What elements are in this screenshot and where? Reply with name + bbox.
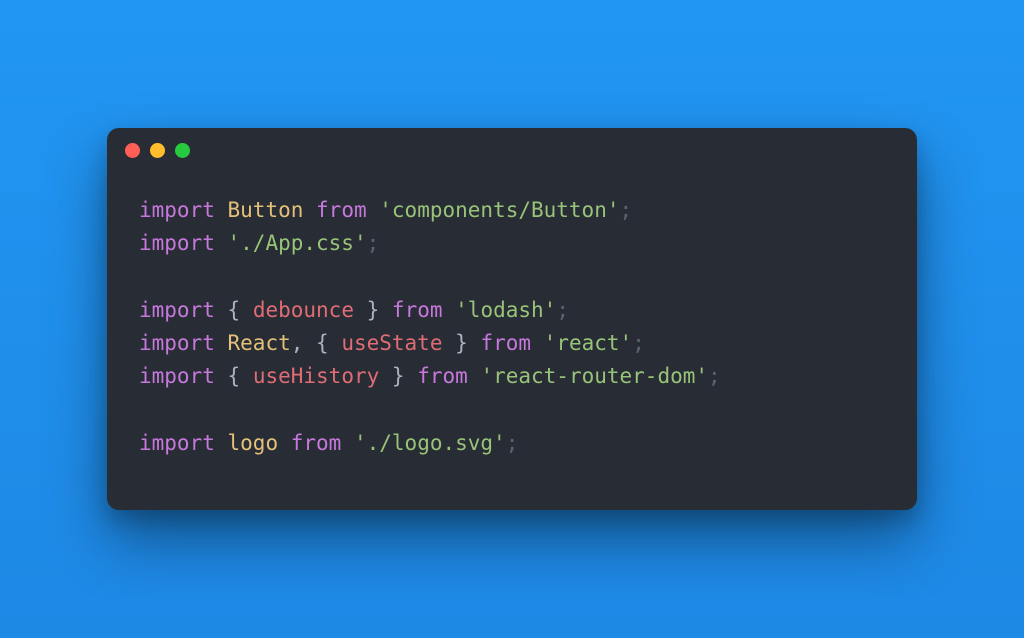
named-import: debounce	[253, 298, 354, 322]
code-line-6: import { useHistory } from 'react-router…	[139, 364, 721, 388]
string-literal: 'react'	[544, 331, 633, 355]
string-literal: 'components/Button'	[379, 198, 619, 222]
brace-close: }	[379, 364, 404, 388]
brace-close: }	[354, 298, 379, 322]
default-import-name: logo	[228, 431, 279, 455]
code-line-4: import { debounce } from 'lodash';	[139, 298, 569, 322]
string-literal: './App.css'	[228, 231, 367, 255]
keyword-import: import	[139, 298, 215, 322]
keyword-import: import	[139, 198, 215, 222]
keyword-import: import	[139, 431, 215, 455]
string-literal: 'lodash'	[455, 298, 556, 322]
semicolon: ;	[632, 331, 645, 355]
keyword-from: from	[417, 364, 468, 388]
code-content[interactable]: import Button from 'components/Button'; …	[107, 172, 917, 509]
default-import-name: Button	[228, 198, 304, 222]
named-import: useHistory	[253, 364, 379, 388]
keyword-import: import	[139, 364, 215, 388]
keyword-import: import	[139, 331, 215, 355]
code-line-1: import Button from 'components/Button';	[139, 198, 632, 222]
code-line-5: import React, { useState } from 'react';	[139, 331, 645, 355]
brace-open: {	[316, 331, 341, 355]
code-editor-window: import Button from 'components/Button'; …	[107, 128, 917, 509]
semicolon: ;	[367, 231, 380, 255]
brace-open: {	[228, 298, 253, 322]
code-line-2: import './App.css';	[139, 231, 379, 255]
semicolon: ;	[506, 431, 519, 455]
minimize-icon[interactable]	[150, 143, 165, 158]
keyword-from: from	[480, 331, 531, 355]
brace-open: {	[228, 364, 253, 388]
keyword-from: from	[291, 431, 342, 455]
default-import-name: React	[228, 331, 291, 355]
semicolon: ;	[708, 364, 721, 388]
keyword-from: from	[392, 298, 443, 322]
maximize-icon[interactable]	[175, 143, 190, 158]
named-import: useState	[341, 331, 442, 355]
code-line-8: import logo from './logo.svg';	[139, 431, 518, 455]
semicolon: ;	[619, 198, 632, 222]
window-titlebar	[107, 128, 917, 172]
string-literal: 'react-router-dom'	[480, 364, 708, 388]
keyword-import: import	[139, 231, 215, 255]
close-icon[interactable]	[125, 143, 140, 158]
semicolon: ;	[556, 298, 569, 322]
keyword-from: from	[316, 198, 367, 222]
brace-close: }	[442, 331, 467, 355]
comma: ,	[291, 331, 316, 355]
string-literal: './logo.svg'	[354, 431, 506, 455]
